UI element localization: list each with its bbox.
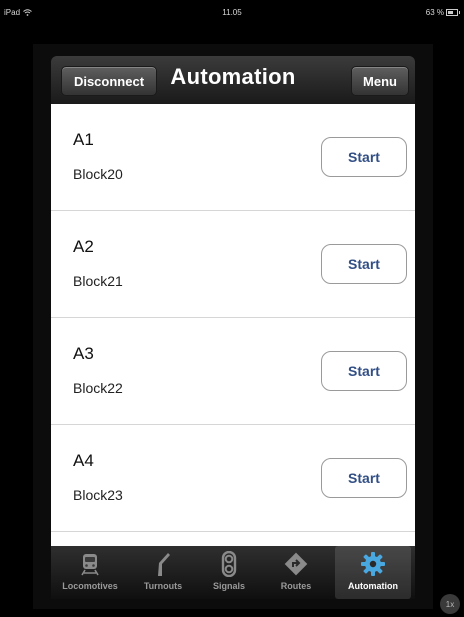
tab-label: Automation <box>348 581 398 591</box>
status-time: 11.05 <box>222 8 242 17</box>
start-button[interactable]: Start <box>321 137 407 177</box>
automation-name: A4 <box>73 451 94 470</box>
app-window: Disconnect Automation Menu A1 Block20 St… <box>33 44 433 609</box>
automation-block: Block20 <box>73 166 123 182</box>
tab-label: Locomotives <box>62 581 118 591</box>
list-item: A4 Block23 Start <box>51 425 415 532</box>
signal-icon <box>221 551 237 577</box>
automation-block: Block21 <box>73 273 123 289</box>
tab-label: Routes <box>280 581 312 591</box>
battery-icon <box>446 9 460 16</box>
battery-level: 63 % <box>425 8 444 17</box>
automation-name: A2 <box>73 237 94 256</box>
automation-name: A3 <box>73 344 94 363</box>
train-icon <box>81 554 99 576</box>
gear-icon <box>361 552 385 576</box>
tab-label: Turnouts <box>143 581 183 591</box>
tab-routes[interactable]: Routes <box>261 546 331 599</box>
start-button[interactable]: Start <box>321 458 407 498</box>
automation-name: A1 <box>73 130 94 149</box>
tab-automation[interactable]: Automation <box>335 546 411 599</box>
list-item: A3 Block22 Start <box>51 318 415 425</box>
route-icon <box>284 552 308 576</box>
status-right: 63 % <box>425 8 460 17</box>
tab-label: Signals <box>212 581 245 591</box>
tab-turnouts[interactable]: Turnouts <box>129 546 197 599</box>
start-button[interactable]: Start <box>321 244 407 284</box>
turnout-icon <box>158 553 170 576</box>
start-button[interactable]: Start <box>321 351 407 391</box>
navigation-bar: Disconnect Automation Menu <box>51 56 415 104</box>
status-bar: iPad 11.05 63 % <box>0 0 464 22</box>
automation-block: Block23 <box>73 487 123 503</box>
tab-locomotives[interactable]: Locomotives <box>51 546 129 599</box>
zoom-button[interactable]: 1x <box>440 594 460 614</box>
automation-list: A1 Block20 Start A2 Block21 Start A3 Blo… <box>51 104 415 546</box>
tab-signals[interactable]: Signals <box>197 546 261 599</box>
tab-bar: Locomotives Turnouts Signals Routes Auto… <box>51 546 415 599</box>
list-item: A2 Block21 Start <box>51 211 415 318</box>
automation-block: Block22 <box>73 380 123 396</box>
list-item: A1 Block20 Start <box>51 104 415 211</box>
menu-button[interactable]: Menu <box>351 66 409 96</box>
list-item-partial <box>51 532 415 546</box>
